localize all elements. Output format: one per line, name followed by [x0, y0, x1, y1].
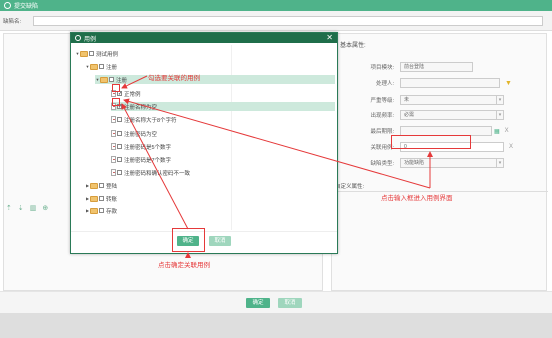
- annotation-select-cases: 勾选要关联的用例: [148, 75, 200, 82]
- annotation-arrows: [121, 75, 433, 258]
- annotation-click-input: 点击输入框进入用例界面: [381, 195, 453, 202]
- annotation-click-confirm: 点击确定关联用例: [158, 262, 210, 269]
